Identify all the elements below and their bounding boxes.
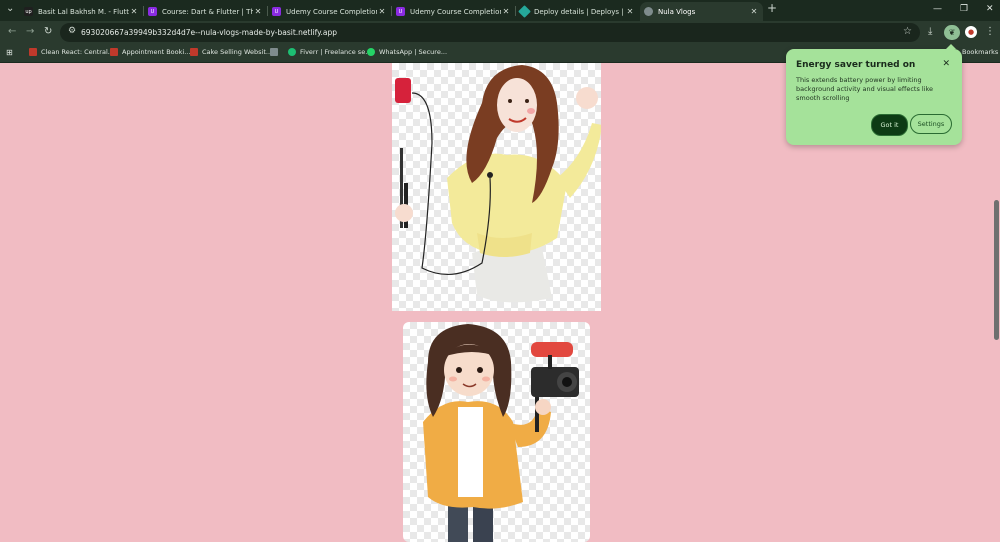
bookmark-star-icon[interactable]: ☆ (903, 26, 912, 37)
minimize-icon[interactable]: — (933, 4, 942, 14)
tab-title: Udemy Course Completion Cer (410, 7, 501, 16)
tab-netlify-deploys[interactable]: Deploy details | Deploys | nula- ✕ (516, 2, 639, 21)
tab-udemy-certificate-1[interactable]: U Udemy Course Completion Cer ✕ (268, 2, 391, 21)
got-it-button[interactable]: Got it (871, 114, 908, 136)
address-bar[interactable]: ⚙ 693020667a39949b332d4d7e--nula-vlogs-m… (60, 23, 920, 42)
vlogger-selfie-artwork (395, 65, 601, 303)
close-tab-icon[interactable]: ✕ (749, 7, 759, 16)
popup-title: Energy saver turned on (796, 60, 916, 70)
bookmark-item-whatsapp[interactable]: WhatsApp | Secure... (367, 48, 447, 56)
close-tab-icon[interactable]: ✕ (377, 7, 387, 16)
bookmark-favicon-icon (190, 48, 198, 56)
download-icon[interactable]: ⤓ (928, 26, 932, 37)
all-bookmarks[interactable]: Bookmarks (962, 48, 998, 56)
bookmark-item[interactable]: Clean React: Central... (29, 48, 114, 56)
udemy-icon: U (148, 7, 157, 16)
bookmark-label: WhatsApp | Secure... (379, 48, 448, 56)
tab-upwork[interactable]: up Basit Lal Bakhsh M. - Flutter de ✕ (20, 2, 143, 21)
close-tab-icon[interactable]: ✕ (625, 7, 635, 16)
upwork-icon: up (24, 7, 33, 16)
avatar[interactable]: ● (965, 26, 977, 38)
bookmark-item[interactable]: Appointment Booki... (110, 48, 190, 56)
tab-title: Deploy details | Deploys | nula- (534, 7, 625, 16)
tab-title: Course: Dart & Flutter | The Co (162, 7, 253, 16)
browser-toolbar: ← → ↻ ⚙ 693020667a39949b332d4d7e--nula-v… (0, 21, 1000, 44)
site-info-icon[interactable]: ⚙ (68, 26, 76, 36)
fiverr-icon (288, 48, 296, 56)
bookmark-favicon-icon (110, 48, 118, 56)
popup-arrow (946, 44, 956, 49)
scrollbar-thumb[interactable] (994, 200, 999, 340)
close-window-icon[interactable]: ✕ (986, 4, 994, 14)
new-tab-icon[interactable]: + (767, 1, 777, 15)
vlogger-camera-illustration (403, 322, 590, 542)
tab-strip: ⌄ up Basit Lal Bakhsh M. - Flutter de ✕ … (0, 0, 1000, 21)
vlogger-selfie-illustration (392, 63, 601, 311)
tab-course-dart-flutter[interactable]: U Course: Dart & Flutter | The Co ✕ (144, 2, 267, 21)
tab-nula-vlogs[interactable]: Nula Vlogs ✕ (640, 2, 763, 21)
tab-title: Nula Vlogs (658, 7, 696, 16)
udemy-icon: U (396, 7, 405, 16)
menu-icon[interactable]: ⋮ (985, 26, 995, 37)
tab-title: Basit Lal Bakhsh M. - Flutter de (38, 7, 129, 16)
bookmark-label: Cake Selling Websit... (202, 48, 273, 56)
forward-icon[interactable]: → (26, 26, 34, 37)
energy-saver-popup: Energy saver turned on ✕ This extends ba… (786, 44, 962, 145)
bookmark-label: Appointment Booki... (122, 48, 191, 56)
close-popup-icon[interactable]: ✕ (942, 59, 950, 69)
bookmark-label: Fiverr | Freelance se... (300, 48, 372, 56)
bookmark-label: Clean React: Central... (41, 48, 114, 56)
netlify-icon (518, 5, 531, 18)
url-text: 693020667a39949b332d4d7e--nula-vlogs-mad… (81, 28, 338, 37)
settings-button[interactable]: Settings (910, 114, 952, 134)
popup-body: This extends battery power by limiting b… (796, 76, 934, 102)
close-tab-icon[interactable]: ✕ (129, 7, 139, 16)
vlogger-camera-artwork (423, 324, 579, 542)
bookmark-favicon-icon (29, 48, 37, 56)
tab-search-icon[interactable]: ⌄ (6, 3, 14, 14)
udemy-icon: U (272, 7, 281, 16)
back-icon[interactable]: ← (8, 26, 16, 37)
bookmark-item[interactable] (270, 48, 282, 56)
restore-icon[interactable]: ❐ (960, 4, 968, 14)
tab-title: Udemy Course Completion Cer (286, 7, 377, 16)
whatsapp-icon (367, 48, 375, 56)
reload-icon[interactable]: ↻ (44, 26, 52, 37)
close-tab-icon[interactable]: ✕ (501, 7, 511, 16)
bookmark-favicon-icon (270, 48, 278, 56)
bookmark-label: Bookmarks (962, 48, 999, 56)
close-tab-icon[interactable]: ✕ (253, 7, 263, 16)
tab-udemy-certificate-2[interactable]: U Udemy Course Completion Cer ✕ (392, 2, 515, 21)
bookmark-item[interactable]: Cake Selling Websit... (190, 48, 272, 56)
energy-saver-icon[interactable]: ❦ (944, 25, 960, 40)
globe-icon (644, 7, 653, 16)
apps-icon[interactable]: ⊞ (6, 48, 13, 57)
bookmark-item-fiverr[interactable]: Fiverr | Freelance se... (288, 48, 371, 56)
